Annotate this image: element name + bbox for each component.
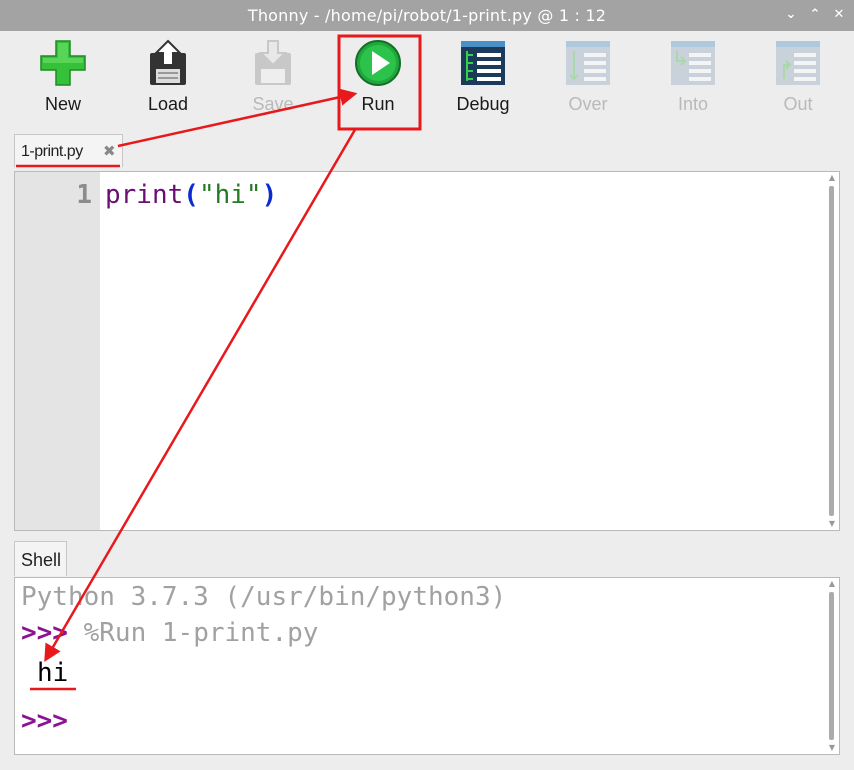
line-number-gutter: 1 — [15, 172, 100, 530]
save-button[interactable]: Save — [228, 37, 318, 127]
minimize-button[interactable]: ⌄ — [782, 6, 800, 24]
play-icon — [355, 40, 401, 86]
load-label: Load — [147, 94, 189, 114]
code-line[interactable]: print("hi") — [105, 180, 277, 210]
close-tab-icon[interactable]: ✖ — [103, 142, 116, 160]
toolbar: New Load Save Run Debug Over Into Out — [0, 31, 854, 131]
new-button[interactable]: New — [18, 37, 108, 127]
floppy-save-icon — [255, 40, 291, 85]
run-label: Run — [361, 94, 395, 114]
tab-shell[interactable]: Shell — [14, 541, 67, 576]
shell-run-command: %Run 1-print.py — [67, 618, 319, 648]
code-func: print — [105, 180, 184, 210]
close-button[interactable]: ✕ — [830, 6, 848, 24]
plus-icon — [40, 40, 86, 86]
save-label: Save — [252, 94, 294, 114]
over-label: Over — [568, 94, 608, 114]
shell-scroll-down-icon[interactable]: ▼ — [827, 744, 837, 752]
debug-label: Debug — [456, 94, 510, 114]
editor-tab-label: 1-print.py — [21, 143, 83, 160]
editor-tab-1-print[interactable]: 1-print.py ✖ — [14, 134, 123, 167]
scroll-down-icon[interactable]: ▼ — [827, 520, 837, 528]
shell-output: hi — [37, 658, 69, 688]
load-button[interactable]: Load — [123, 37, 213, 127]
floppy-load-icon — [150, 39, 186, 85]
code-close-paren: ) — [261, 180, 278, 210]
maximize-button[interactable]: ⌃ — [806, 6, 824, 24]
shell-banner: Python 3.7.3 (/usr/bin/python3) — [21, 582, 507, 612]
window-title: Thonny - /home/pi/robot/1-print.py @ 1 :… — [247, 6, 607, 25]
step-out-icon — [776, 41, 820, 85]
shell-scrollbar[interactable]: ▲ ▼ — [827, 580, 837, 752]
scroll-up-icon[interactable]: ▲ — [827, 174, 837, 182]
shell-input-line[interactable]: >>> — [21, 706, 68, 736]
run-button[interactable]: Run — [333, 37, 423, 127]
title-bar: Thonny - /home/pi/robot/1-print.py @ 1 :… — [0, 0, 854, 31]
step-over-button[interactable]: Over — [543, 37, 633, 127]
step-into-button[interactable]: Into — [648, 37, 738, 127]
shell-scroll-up-icon[interactable]: ▲ — [827, 580, 837, 588]
shell-scroll-thumb[interactable] — [829, 592, 834, 740]
debug-icon — [461, 41, 505, 85]
line-number: 1 — [76, 180, 92, 210]
step-out-button[interactable]: Out — [753, 37, 843, 127]
shell-run-line: >>> %Run 1-print.py — [21, 618, 318, 648]
new-label: New — [44, 94, 81, 114]
code-open-paren: ( — [183, 180, 199, 210]
code-string: "hi" — [198, 180, 262, 210]
code-editor[interactable]: 1 print("hi") ▲ ▼ — [14, 171, 840, 531]
editor-scroll-thumb[interactable] — [829, 186, 834, 516]
debug-button[interactable]: Debug — [438, 37, 528, 127]
shell-console[interactable]: Python 3.7.3 (/usr/bin/python3) >>> %Run… — [14, 577, 840, 755]
shell-prompt: >>> — [21, 618, 68, 648]
step-into-icon — [671, 41, 715, 85]
editor-scrollbar[interactable]: ▲ ▼ — [827, 174, 837, 528]
shell-tab-label: Shell — [21, 550, 62, 570]
out-label: Out — [783, 94, 813, 114]
step-over-icon — [566, 41, 610, 85]
into-label: Into — [677, 94, 709, 114]
shell-prompt-current: >>> — [21, 706, 68, 736]
